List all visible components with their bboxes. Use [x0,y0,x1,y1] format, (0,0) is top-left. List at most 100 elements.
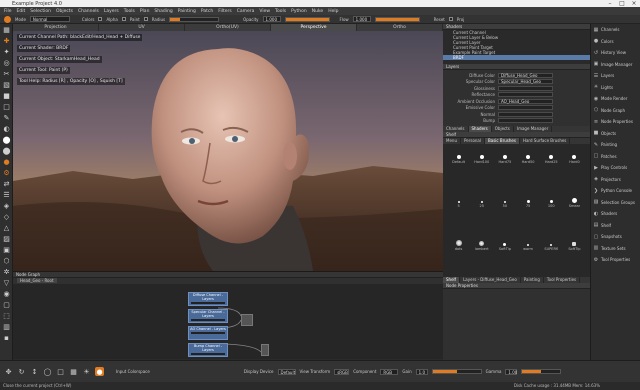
viewport-tab[interactable]: Ortho(UV) [185,24,271,31]
shelf-tab[interactable]: Hard Surface Brushes [520,138,571,144]
merge-node[interactable] [241,314,253,326]
sidebar-item[interactable]: ▥ Texture Sets [591,243,640,255]
tool-icon[interactable]: □ [0,101,13,112]
sidebar-item[interactable]: ▶ Play Controls [591,162,640,174]
bottom-dock-tab[interactable]: Painting [521,277,544,283]
property-value[interactable]: Specular_Head_Geo [498,79,553,85]
brush-preset[interactable]: SoftTip [493,233,516,251]
gamma-slider[interactable] [521,369,562,374]
tool-icon[interactable]: ▢ [0,299,13,310]
tool-icon[interactable]: ⇄ [0,178,13,189]
flow-slider[interactable] [374,16,420,22]
menu-item[interactable]: Filters [218,9,232,14]
sidebar-item[interactable]: ❯ Python Console [591,185,640,197]
gamma-field[interactable]: 1.00 [505,368,518,375]
property-value[interactable] [498,105,553,111]
sidebar-item[interactable]: ⬡ Node Graph [591,105,640,117]
panel-tab[interactable]: Shaders [468,126,492,132]
tool-icon[interactable]: ▦ [0,24,13,35]
close-icon[interactable]: × [629,0,639,7]
tool-icon[interactable]: ◐ [0,123,13,134]
alpha-checkbox[interactable] [98,17,103,21]
tool-icon[interactable]: ■ [0,90,13,101]
brush-preset[interactable]: 100 [540,190,563,208]
brush-preset[interactable]: 25 [470,190,493,208]
tool-icon[interactable]: ✲ [0,266,13,277]
sidebar-item[interactable]: ◐ Shaders [591,208,640,220]
opacity-slider[interactable] [284,16,330,22]
menu-item[interactable]: Tools [275,9,286,14]
menu-item[interactable]: Tools [124,9,135,14]
tool-icon[interactable]: ✦ [0,46,13,57]
tool-icon[interactable]: ▥ [0,321,13,332]
menu-item[interactable]: Edit [17,9,26,14]
sidebar-item[interactable]: ⚙ Tool Properties [591,254,640,266]
tool-icon[interactable]: ▪ [0,332,13,343]
sidebar-item[interactable]: ■ Objects [591,128,640,140]
menu-item[interactable]: Layers [104,9,119,14]
gain-field[interactable]: 1.0 [415,368,428,375]
reset-label[interactable]: Reset [434,17,445,22]
tool-icon[interactable]: ▧ [0,79,13,90]
sidebar-item[interactable]: ≡ Node Properties [591,116,640,128]
property-value[interactable] [498,118,553,124]
translate-icon[interactable]: ↕ [30,367,39,376]
brush-preset[interactable]: SUPERfl [540,233,563,251]
minimize-icon[interactable]: – [605,0,615,7]
menu-item[interactable]: Plan [140,9,150,14]
menu-item[interactable]: Selection [30,9,51,14]
property-value[interactable]: Diffuse_Head_Geo [498,72,553,78]
tool-icon[interactable]: ☰ [0,189,13,200]
colorspace-label[interactable]: Input Colorspace [116,369,150,374]
display-select[interactable]: Default [277,368,296,375]
bottom-dock-tab[interactable]: Tool Properties [544,277,581,283]
menu-item[interactable]: View [259,9,270,14]
tool-icon[interactable]: ⬤ [0,145,13,156]
grid-icon[interactable]: ▦ [69,367,78,376]
3d-viewport[interactable]: Current Channel Path: blackEdit/Head_Hea… [13,31,443,271]
sidebar-item[interactable]: ▢ Snapshots [591,231,640,243]
move-icon[interactable]: ✥ [4,367,13,376]
node-graph-tab[interactable]: Head_Geo - Root [17,278,57,283]
sidebar-item[interactable]: ☰ Layers [591,70,640,82]
tool-icon[interactable]: ▽ [0,277,13,288]
brush-preset[interactable]: Hard0 [563,146,586,164]
menu-item[interactable]: File [4,9,12,14]
tool-icon[interactable]: ✚ [0,35,13,46]
property-value[interactable]: AO_Head_Geo [498,98,553,104]
flow-field[interactable]: 1.000 [352,16,371,22]
frame-icon[interactable]: □ [56,367,65,376]
sidebar-item[interactable]: ◉ Mode Render [591,93,640,105]
sidebar-item[interactable]: □ Patches [591,151,640,163]
panel-tab[interactable]: Image Manager [514,126,553,132]
menu-item[interactable]: Patch [201,9,213,14]
viewport-tab[interactable]: Projection [13,24,99,31]
brush-preset[interactable]: Hard100 [470,146,493,164]
tool-icon[interactable]: ● [0,156,13,167]
output-node[interactable] [261,344,269,356]
paint-checkbox[interactable] [121,17,126,21]
tool-icon[interactable]: ✎ [0,112,13,123]
viewport-tab[interactable]: Perspective [271,24,357,31]
brush-preset[interactable]: Hard25 [540,146,563,164]
sidebar-item[interactable]: ▤ Shelf [591,220,640,232]
tool-icon[interactable]: ◎ [0,57,13,68]
layer-item[interactable]: BRDF [443,55,590,60]
sidebar-item[interactable]: ▣ Image Manager [591,59,640,71]
brush-preset[interactable]: dots [447,233,470,251]
menu-item[interactable]: Help [328,9,338,14]
tool-icon[interactable]: ▣ [0,244,13,255]
reset-checkbox[interactable] [448,17,453,21]
sidebar-item[interactable]: ✎ Painting [591,139,640,151]
menu-item[interactable]: Nuke [312,9,323,14]
brush-preset[interactable]: worm [516,233,539,251]
brush-preset[interactable]: 50 [493,190,516,208]
mode-select[interactable]: Normal [29,16,70,22]
channel-node[interactable]: Specular Channel - Layers [188,309,228,323]
sidebar-item[interactable]: ● Colors [591,36,640,48]
property-value[interactable] [498,85,553,91]
radius-slider[interactable] [169,16,220,22]
menu-item[interactable]: Objects [56,9,73,14]
tool-icon[interactable]: ⬡ [0,255,13,266]
shelf-tab[interactable]: Personal [461,138,485,144]
